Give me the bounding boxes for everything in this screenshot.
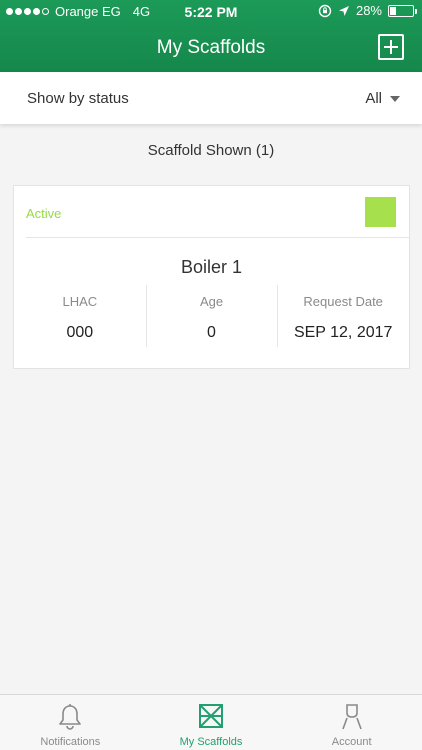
scaffold-details: LHAC 000 Age 0 Request Date SEP 12, 2017 <box>14 285 409 349</box>
detail-age: Age 0 <box>145 285 278 349</box>
detail-label: Request Date <box>303 294 383 309</box>
detail-label: LHAC <box>62 294 98 309</box>
status-bar: Orange EG 4G 5:22 PM 28% <box>0 0 422 24</box>
chevron-down-icon <box>390 95 400 102</box>
scaffold-card[interactable]: Active Boiler 1 LHAC 000 Age 0 Request D… <box>13 185 410 369</box>
tab-label: Notifications <box>40 736 101 748</box>
tab-my-scaffolds[interactable]: My Scaffolds <box>141 695 282 750</box>
location-arrow-icon <box>338 5 349 16</box>
detail-value: 0 <box>207 324 216 341</box>
status-filter-bar: Show by status All <box>0 72 422 124</box>
detail-lhac: LHAC 000 <box>14 285 146 349</box>
tab-notifications[interactable]: Notifications <box>0 695 141 750</box>
battery-percent: 28% <box>355 3 382 18</box>
scaffold-name: Boiler 1 <box>180 257 243 277</box>
app-header: Orange EG 4G 5:22 PM 28% My Scaffolds <box>0 0 422 72</box>
bell-icon <box>59 704 82 730</box>
card-divider <box>26 237 409 238</box>
filter-label: Show by status <box>27 90 129 107</box>
scaffold-icon <box>199 704 223 728</box>
tab-account[interactable]: Account <box>281 695 422 750</box>
detail-value: 000 <box>66 324 94 341</box>
detail-label: Age <box>199 294 224 309</box>
add-scaffold-button[interactable] <box>378 34 404 60</box>
scaffold-count: Scaffold Shown (1) <box>147 142 275 159</box>
tab-bar: Notifications My Scaffolds Account <box>0 694 422 750</box>
rotation-lock-icon <box>318 4 332 17</box>
person-icon <box>341 704 362 730</box>
status-color-indicator <box>365 197 396 227</box>
page-title: My Scaffolds <box>156 37 266 58</box>
scaffold-status: Active <box>26 206 62 221</box>
detail-request-date: Request Date SEP 12, 2017 <box>277 285 409 349</box>
detail-value: SEP 12, 2017 <box>293 324 393 341</box>
tab-label: My Scaffolds <box>179 736 243 748</box>
tab-label: Account <box>331 736 372 748</box>
battery-icon <box>388 4 417 17</box>
status-filter-dropdown[interactable]: All <box>365 90 400 107</box>
filter-selected-value: All <box>365 90 382 107</box>
status-right: 28% <box>318 3 417 18</box>
